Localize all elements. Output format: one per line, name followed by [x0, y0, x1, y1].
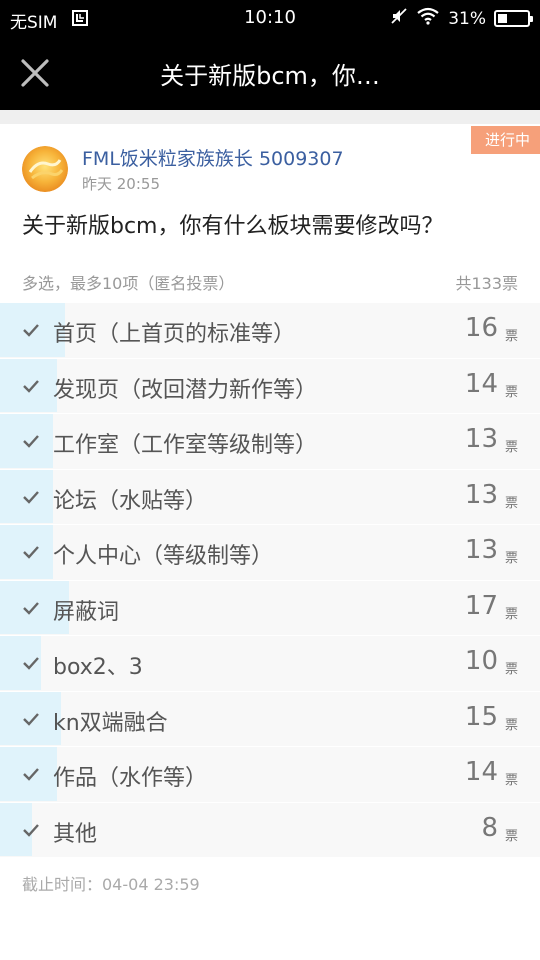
option-unit: 票: [504, 717, 518, 733]
option-label: 作品（水作等）: [53, 766, 208, 791]
option-count: 14: [464, 757, 498, 787]
option-label: 首页（上首页的标准等）: [53, 322, 296, 347]
option-label: box2、3: [53, 655, 143, 680]
poll-options: 首页（上首页的标准等） 16 票 发现页（改回潜力新作等） 14 票 工作室（工…: [0, 303, 540, 858]
option-unit: 票: [504, 384, 518, 400]
option-count: 17: [464, 590, 498, 621]
avatar[interactable]: [22, 146, 68, 192]
check-icon: [22, 821, 40, 839]
poll-option[interactable]: 作品（水作等） 14 票: [0, 747, 540, 803]
poll-option[interactable]: 发现页（改回潜力新作等） 14 票: [0, 358, 540, 414]
section-divider: [0, 110, 540, 124]
status-badge: 进行中: [467, 126, 540, 154]
mute-icon: [390, 7, 408, 30]
battery-fill: [498, 14, 507, 23]
option-label: 工作室（工作室等级制等）: [53, 433, 318, 458]
option-label: 其他: [53, 821, 98, 847]
option-unit: 票: [504, 551, 518, 566]
deadline-text: 截止时间：04-04 23:59: [22, 875, 200, 894]
poll-option[interactable]: kn双端融合 15 票: [0, 691, 540, 747]
check-icon: [22, 543, 40, 561]
option-label: 发现页（改回潜力新作等）: [53, 377, 318, 403]
check-icon: [22, 432, 40, 450]
option-label: 屏蔽词: [53, 599, 120, 625]
check-icon: [22, 710, 40, 728]
vote-total: 共133票: [455, 274, 518, 293]
option-count: 10: [464, 646, 498, 676]
poll-card: 进行中 FML饭米粒家族族长 5009307 昨天 20:55 关于新版bcm，…: [0, 124, 540, 960]
battery-percent: 31%: [448, 8, 486, 29]
check-icon: [22, 654, 40, 672]
option-count: 16: [464, 313, 498, 343]
check-icon: [22, 488, 40, 506]
nav-bar: 关于新版bcm，你…: [0, 36, 540, 110]
wifi-icon: [416, 7, 440, 30]
poll-option[interactable]: 工作室（工作室等级制等） 13 票: [0, 414, 540, 470]
author-name[interactable]: FML饭米粒家族族长 5009307: [82, 144, 344, 171]
check-icon: [22, 765, 40, 783]
post-time: 昨天 20:55: [82, 175, 160, 193]
check-icon: [22, 599, 40, 617]
option-unit: 票: [504, 662, 518, 677]
poll-option[interactable]: 首页（上首页的标准等） 16 票: [0, 303, 540, 359]
option-unit: 票: [504, 440, 518, 455]
check-icon: [22, 377, 40, 395]
option-unit: 票: [504, 828, 518, 844]
poll-option[interactable]: box2、3 10 票: [0, 636, 540, 692]
option-unit: 票: [504, 606, 518, 622]
status-bar: 无SIM 10:10 31%: [0, 0, 540, 36]
poll-question: 关于新版bcm，你有什么板块需要修改吗？: [22, 214, 444, 239]
poll-option[interactable]: 论坛（水贴等） 13 票: [0, 469, 540, 525]
close-button[interactable]: [14, 52, 56, 94]
option-label: kn双端融合: [53, 710, 168, 736]
page-title: 关于新版bcm，你…: [160, 62, 380, 90]
option-count: 14: [464, 368, 498, 399]
option-count: 13: [464, 479, 498, 510]
poll-option[interactable]: 屏蔽词 17 票: [0, 580, 540, 636]
option-label: 论坛（水贴等）: [53, 488, 208, 514]
close-icon: [14, 59, 56, 98]
option-unit: 票: [504, 329, 518, 344]
option-count: 8: [481, 812, 498, 843]
battery-icon: [494, 10, 533, 27]
check-icon: [22, 321, 40, 339]
option-count: 13: [464, 535, 498, 565]
option-count: 15: [464, 701, 498, 732]
status-right: 31%: [390, 7, 533, 30]
option-label: 个人中心（等级制等）: [53, 544, 274, 569]
option-count: 13: [464, 424, 498, 454]
option-unit: 票: [504, 773, 518, 788]
vote-hint: 多选，最多10项（匿名投票）: [22, 274, 235, 293]
option-unit: 票: [504, 495, 518, 511]
poll-option[interactable]: 个人中心（等级制等） 13 票: [0, 525, 540, 581]
poll-option[interactable]: 其他 8 票: [0, 802, 540, 858]
